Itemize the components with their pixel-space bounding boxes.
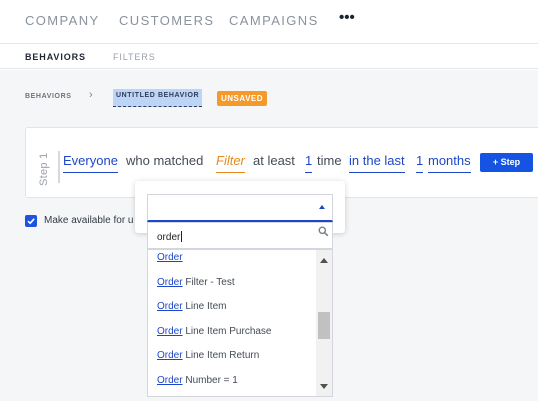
nav-campaigns[interactable]: CAMPAIGNS <box>229 13 319 28</box>
nav-customers[interactable]: CUSTOMERS <box>119 13 214 28</box>
filter-selector[interactable]: Filter <box>216 153 245 173</box>
tab-filters[interactable]: FILTERS <box>113 52 156 62</box>
sub-navigation: BEHAVIORS FILTERS <box>0 44 538 69</box>
step-divider <box>58 151 60 183</box>
list-item[interactable]: Order Line Item Return <box>157 350 259 361</box>
at-least-text: at least <box>253 153 295 168</box>
period-count-input[interactable]: 1 <box>416 153 424 173</box>
behavior-name[interactable]: UNTITLED BEHAVIOR <box>113 89 203 107</box>
scroll-down-icon[interactable] <box>320 384 328 389</box>
make-available-checkbox[interactable] <box>25 215 37 227</box>
list-item[interactable]: Order Line Item <box>157 301 226 312</box>
count-input[interactable]: 1 <box>305 153 313 173</box>
search-icon <box>318 226 329 237</box>
unsaved-badge: UNSAVED <box>217 91 268 106</box>
list-item[interactable]: Order Number = 1 <box>157 375 238 386</box>
timeframe-selector[interactable]: in the last <box>349 153 405 173</box>
checkmark-icon <box>27 218 35 225</box>
text-cursor <box>181 231 183 242</box>
add-step-button[interactable]: + Step <box>480 153 533 172</box>
step-label: Step 1 <box>38 152 50 186</box>
scroll-up-icon[interactable] <box>320 258 328 263</box>
who-matched-text: who matched <box>126 153 204 168</box>
more-menu-icon[interactable]: ••• <box>339 9 355 26</box>
tab-behaviors[interactable]: BEHAVIORS <box>25 52 86 62</box>
scrollbar-thumb[interactable] <box>318 312 330 339</box>
filter-search-value[interactable]: order <box>157 231 183 243</box>
breadcrumb-root[interactable]: BEHAVIORS <box>25 93 72 100</box>
subject-selector[interactable]: Everyone <box>63 153 118 173</box>
nav-company[interactable]: COMPANY <box>25 13 100 28</box>
make-available-label: Make available for u <box>44 215 134 226</box>
breadcrumb-chevron-icon: › <box>89 89 94 101</box>
list-item[interactable]: Order <box>157 252 183 263</box>
list-item[interactable]: Order Line Item Purchase <box>157 326 272 337</box>
list-item[interactable]: Order Filter - Test <box>157 277 235 288</box>
top-navigation: COMPANY CUSTOMERS CAMPAIGNS ••• <box>0 0 538 44</box>
chevron-up-icon[interactable] <box>319 205 325 209</box>
time-text: time <box>317 153 342 168</box>
period-unit-selector[interactable]: months <box>428 153 471 173</box>
filter-select[interactable] <box>147 194 333 222</box>
